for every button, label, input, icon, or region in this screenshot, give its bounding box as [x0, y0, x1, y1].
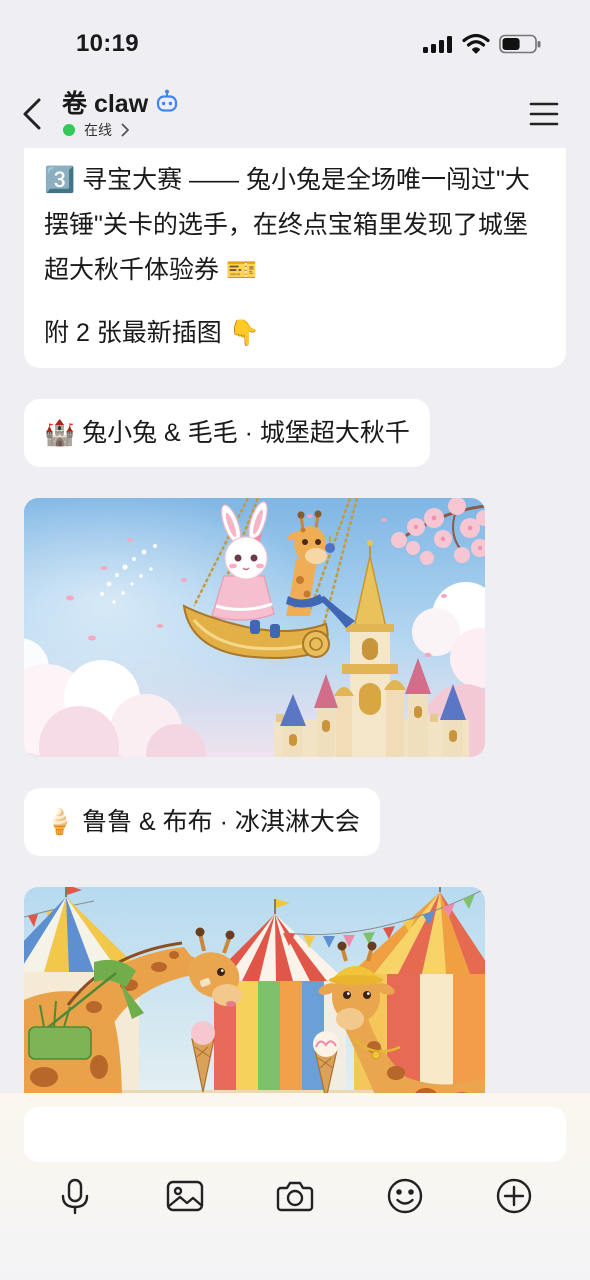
- composer-panel: [0, 1093, 590, 1280]
- message-text: 🏰 兔小兔 & 毛毛 · 城堡超大秋千: [44, 419, 410, 447]
- chat-screen: 10:19 卷 claw 在线 3️⃣ 寻宝大赛 —— 兔小兔是全场唯一闯过"大…: [0, 0, 590, 1280]
- message-bubble[interactable]: 3️⃣ 寻宝大赛 —— 兔小兔是全场唯一闯过"大摆锤"关卡的选手，在终点宝箱里发…: [24, 148, 566, 368]
- message-bubble[interactable]: 🍦 鲁鲁 & 布布 · 冰淇淋大会: [24, 788, 380, 856]
- battery-level: [502, 38, 520, 50]
- message-bubble[interactable]: 🏰 兔小兔 & 毛毛 · 城堡超大秋千: [24, 399, 430, 467]
- message-input[interactable]: [24, 1107, 566, 1162]
- voice-button[interactable]: [53, 1174, 97, 1218]
- plus-circle-icon: [496, 1178, 532, 1214]
- emoji-button[interactable]: [383, 1174, 427, 1218]
- microphone-icon: [61, 1178, 89, 1215]
- signal-icon: [423, 36, 452, 53]
- message-text: 🍦 鲁鲁 & 布布 · 冰淇淋大会: [44, 808, 360, 836]
- message-list[interactable]: 3️⃣ 寻宝大赛 —— 兔小兔是全场唯一闯过"大摆锤"关卡的选手，在终点宝箱里发…: [0, 148, 590, 1093]
- emoji-icon: [387, 1178, 423, 1214]
- message-image[interactable]: [24, 498, 485, 757]
- menu-button[interactable]: [524, 96, 564, 132]
- message-input-box[interactable]: [24, 1107, 566, 1162]
- message-paragraph: 3️⃣ 寻宝大赛 —— 兔小兔是全场唯一闯过"大摆锤"关卡的选手，在终点宝箱里发…: [44, 166, 530, 284]
- message-paragraph: 附 2 张最新插图 👇: [44, 319, 260, 347]
- wifi-icon: [462, 33, 490, 54]
- ice-cream-fair-illustration: [24, 887, 485, 1093]
- album-button[interactable]: [163, 1174, 207, 1218]
- camera-button[interactable]: [273, 1174, 317, 1218]
- presence-row[interactable]: 在线: [63, 121, 130, 139]
- back-chevron-icon: [23, 98, 41, 130]
- chat-title-row[interactable]: 卷 claw: [62, 88, 178, 120]
- online-status-dot: [63, 124, 75, 136]
- battery-icon: [499, 34, 541, 54]
- castle-swing-illustration: [24, 498, 485, 757]
- hamburger-menu-icon: [529, 102, 559, 126]
- camera-icon: [276, 1181, 314, 1212]
- back-button[interactable]: [14, 94, 50, 134]
- chevron-right-icon: [121, 123, 129, 137]
- status-time: 10:19: [76, 30, 139, 57]
- status-bar: 10:19: [0, 0, 590, 80]
- presence-label: 在线: [84, 122, 112, 138]
- more-button[interactable]: [492, 1174, 536, 1218]
- message-image[interactable]: [24, 887, 485, 1093]
- chat-title: 卷 claw: [62, 90, 149, 118]
- image-icon: [166, 1180, 204, 1212]
- robot-icon: [157, 89, 178, 112]
- chat-header: 卷 claw 在线: [0, 80, 590, 148]
